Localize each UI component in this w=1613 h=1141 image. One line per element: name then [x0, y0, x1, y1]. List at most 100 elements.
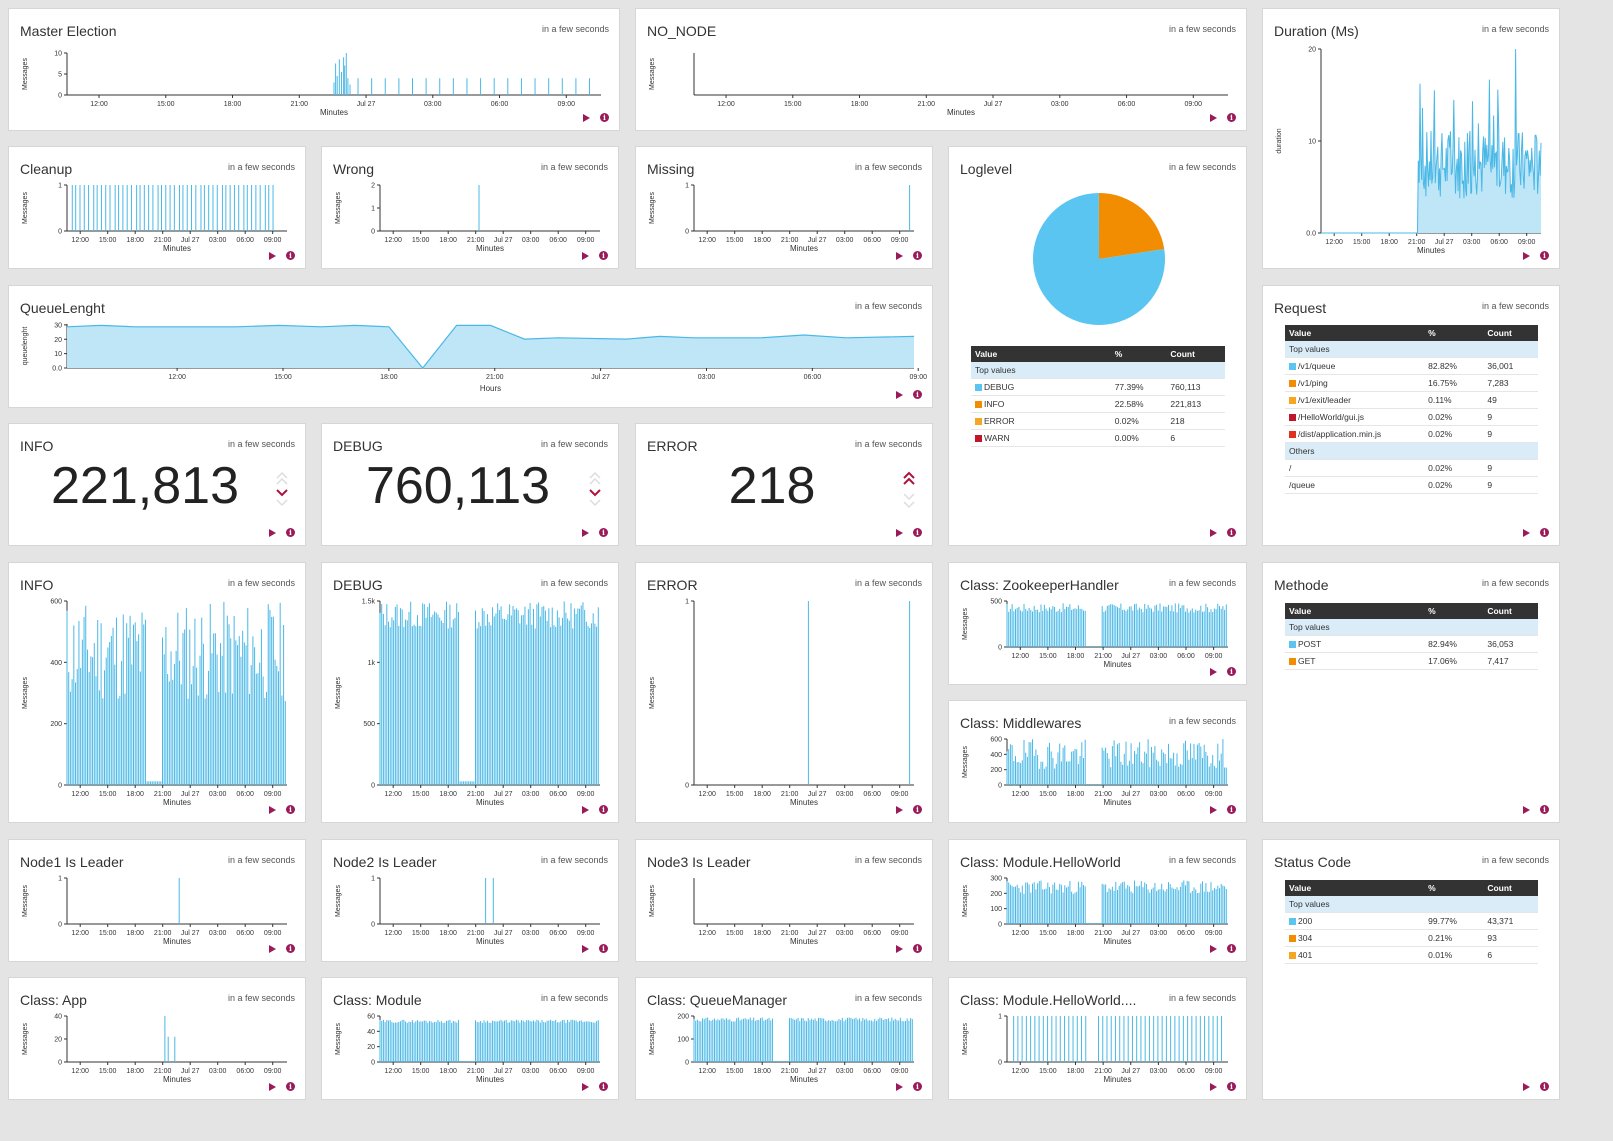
info-icon[interactable]: i: [599, 251, 608, 260]
table-row[interactable]: DEBUG 77.39% 760,113: [971, 378, 1225, 396]
node1-leader-chart: 0 1 Messages 12:00 15:00 18:00 21:00 Jul 27 03:0…: [22, 876, 287, 946]
play-icon[interactable]: [1210, 1082, 1217, 1091]
info-icon[interactable]: i: [1227, 1082, 1236, 1091]
table-row[interactable]: POST 82.94% 36,053: [1285, 635, 1538, 653]
play-icon[interactable]: [582, 1082, 589, 1091]
play-icon[interactable]: [896, 944, 903, 953]
table-row[interactable]: WARN 0.00% 6: [971, 429, 1225, 447]
info-icon[interactable]: i: [913, 805, 922, 814]
info-icon[interactable]: i: [1227, 667, 1236, 676]
info-icon[interactable]: i: [599, 944, 608, 953]
info-icon[interactable]: i: [286, 1082, 295, 1091]
info-icon[interactable]: i: [1227, 805, 1236, 814]
play-icon[interactable]: [582, 944, 589, 953]
info-icon[interactable]: i: [1540, 251, 1549, 260]
trend-down-icon: [589, 471, 601, 507]
info-icon[interactable]: i: [913, 1082, 922, 1091]
table-header: Value: [971, 346, 1111, 362]
info-icon[interactable]: i: [286, 944, 295, 953]
play-icon[interactable]: [1523, 1082, 1530, 1091]
info-icon[interactable]: i: [913, 528, 922, 537]
table-row[interactable]: /queue 0.02% 9: [1285, 476, 1538, 494]
widget-zookeeper: Class: ZookeeperHandler in a few seconds…: [948, 562, 1247, 685]
helloworld2-chart: 0 1 Messages 12:00 15:00 18:00 21:00 Jul 27 03:0…: [962, 1014, 1228, 1084]
widget-middlewares: Class: Middlewares in a few seconds 0 200…: [948, 700, 1247, 823]
widget-class-module: Class: Module in a few seconds 0 20 40 60 Me…: [321, 977, 619, 1100]
play-icon[interactable]: [269, 1082, 276, 1091]
play-icon[interactable]: [896, 1082, 903, 1091]
play-icon[interactable]: [1210, 944, 1217, 953]
x-tick-label: 15:00: [726, 930, 744, 937]
table-row[interactable]: 304 0.21% 93: [1285, 929, 1538, 947]
play-icon[interactable]: [896, 528, 903, 537]
y-axis-label: Messages: [962, 608, 969, 640]
table-row[interactable]: /v1/exit/leader 0.11% 49: [1285, 391, 1538, 409]
info-icon[interactable]: i: [1227, 944, 1236, 953]
play-icon[interactable]: [896, 805, 903, 814]
play-icon[interactable]: [582, 251, 589, 260]
widget-timestamp: in a few seconds: [1481, 578, 1549, 588]
info-icon[interactable]: i: [1227, 113, 1236, 122]
play-icon[interactable]: [269, 528, 276, 537]
y-tick-label: 1k: [368, 660, 376, 667]
y-tick-label: 0: [998, 922, 1002, 929]
play-icon[interactable]: [896, 251, 903, 260]
x-tick-label: 03:00: [209, 791, 227, 798]
info-icon[interactable]: i: [599, 1082, 608, 1091]
info-icon[interactable]: i: [599, 805, 608, 814]
y-axis-label: Messages: [335, 192, 342, 224]
play-icon[interactable]: [1210, 667, 1217, 676]
info-icon[interactable]: i: [1227, 528, 1236, 537]
y-tick-label: 1: [998, 1014, 1002, 1021]
x-tick-label: 09:00: [264, 1068, 282, 1075]
play-icon[interactable]: [896, 390, 903, 399]
x-tick-label: 12:00: [698, 791, 716, 798]
play-icon[interactable]: [1210, 113, 1217, 122]
play-icon[interactable]: [1210, 528, 1217, 537]
play-icon[interactable]: [1210, 805, 1217, 814]
play-icon[interactable]: [269, 944, 276, 953]
widget-timestamp: in a few seconds: [540, 439, 608, 449]
table-row[interactable]: /dist/application.min.js 0.02% 9: [1285, 425, 1538, 443]
table-row[interactable]: 401 0.01% 6: [1285, 946, 1538, 964]
widget-actions: i: [1210, 944, 1236, 953]
info-icon[interactable]: i: [913, 390, 922, 399]
table-row[interactable]: INFO 22.58% 221,813: [971, 395, 1225, 413]
x-axis-label: Minutes: [1103, 937, 1131, 946]
info-icon[interactable]: i: [286, 805, 295, 814]
table-row[interactable]: ERROR 0.02% 218: [971, 412, 1225, 430]
table-row[interactable]: /v1/queue 82.82% 36,001: [1285, 357, 1538, 375]
x-tick-label: 06:00: [236, 1068, 254, 1075]
x-axis-label: Minutes: [320, 108, 348, 117]
info-icon[interactable]: i: [600, 113, 609, 122]
x-tick-label: 12:00: [384, 791, 402, 798]
x-tick-label: 12:00: [698, 930, 716, 937]
play-icon[interactable]: [1523, 251, 1530, 260]
play-icon[interactable]: [582, 528, 589, 537]
info-icon[interactable]: i: [913, 944, 922, 953]
info-icon[interactable]: i: [1540, 805, 1549, 814]
class-module-chart: 0 20 40 60 Messages 12:00 15:00 18:00 21:00 Jul 2…: [335, 1014, 600, 1084]
play-icon[interactable]: [582, 805, 589, 814]
widget-title: Class: App: [20, 992, 87, 1008]
table-row[interactable]: /0.02% 9: [1285, 459, 1538, 477]
info-icon[interactable]: i: [286, 528, 295, 537]
info-icon[interactable]: i: [1540, 528, 1549, 537]
table-row[interactable]: /HelloWorld/gui.js 0.02% 9: [1285, 408, 1538, 426]
play-icon[interactable]: [269, 805, 276, 814]
info-icon[interactable]: i: [599, 528, 608, 537]
info-icon[interactable]: i: [1540, 1082, 1549, 1091]
table-row[interactable]: GET 17.06% 7,417: [1285, 652, 1538, 670]
x-tick-label: 18:00: [126, 237, 144, 244]
widget-title: Missing: [647, 161, 695, 177]
play-icon[interactable]: [1523, 528, 1530, 537]
play-icon[interactable]: [1523, 805, 1530, 814]
widget-timestamp: in a few seconds: [227, 855, 295, 865]
info-icon[interactable]: i: [286, 251, 295, 260]
info-icon[interactable]: i: [913, 251, 922, 260]
play-icon[interactable]: [583, 113, 590, 122]
table-row[interactable]: 200 99.77% 43,371: [1285, 912, 1538, 930]
table-row[interactable]: /v1/ping 16.75% 7,283: [1285, 374, 1538, 392]
play-icon[interactable]: [269, 251, 276, 260]
x-tick-label: 12:00: [168, 374, 186, 381]
